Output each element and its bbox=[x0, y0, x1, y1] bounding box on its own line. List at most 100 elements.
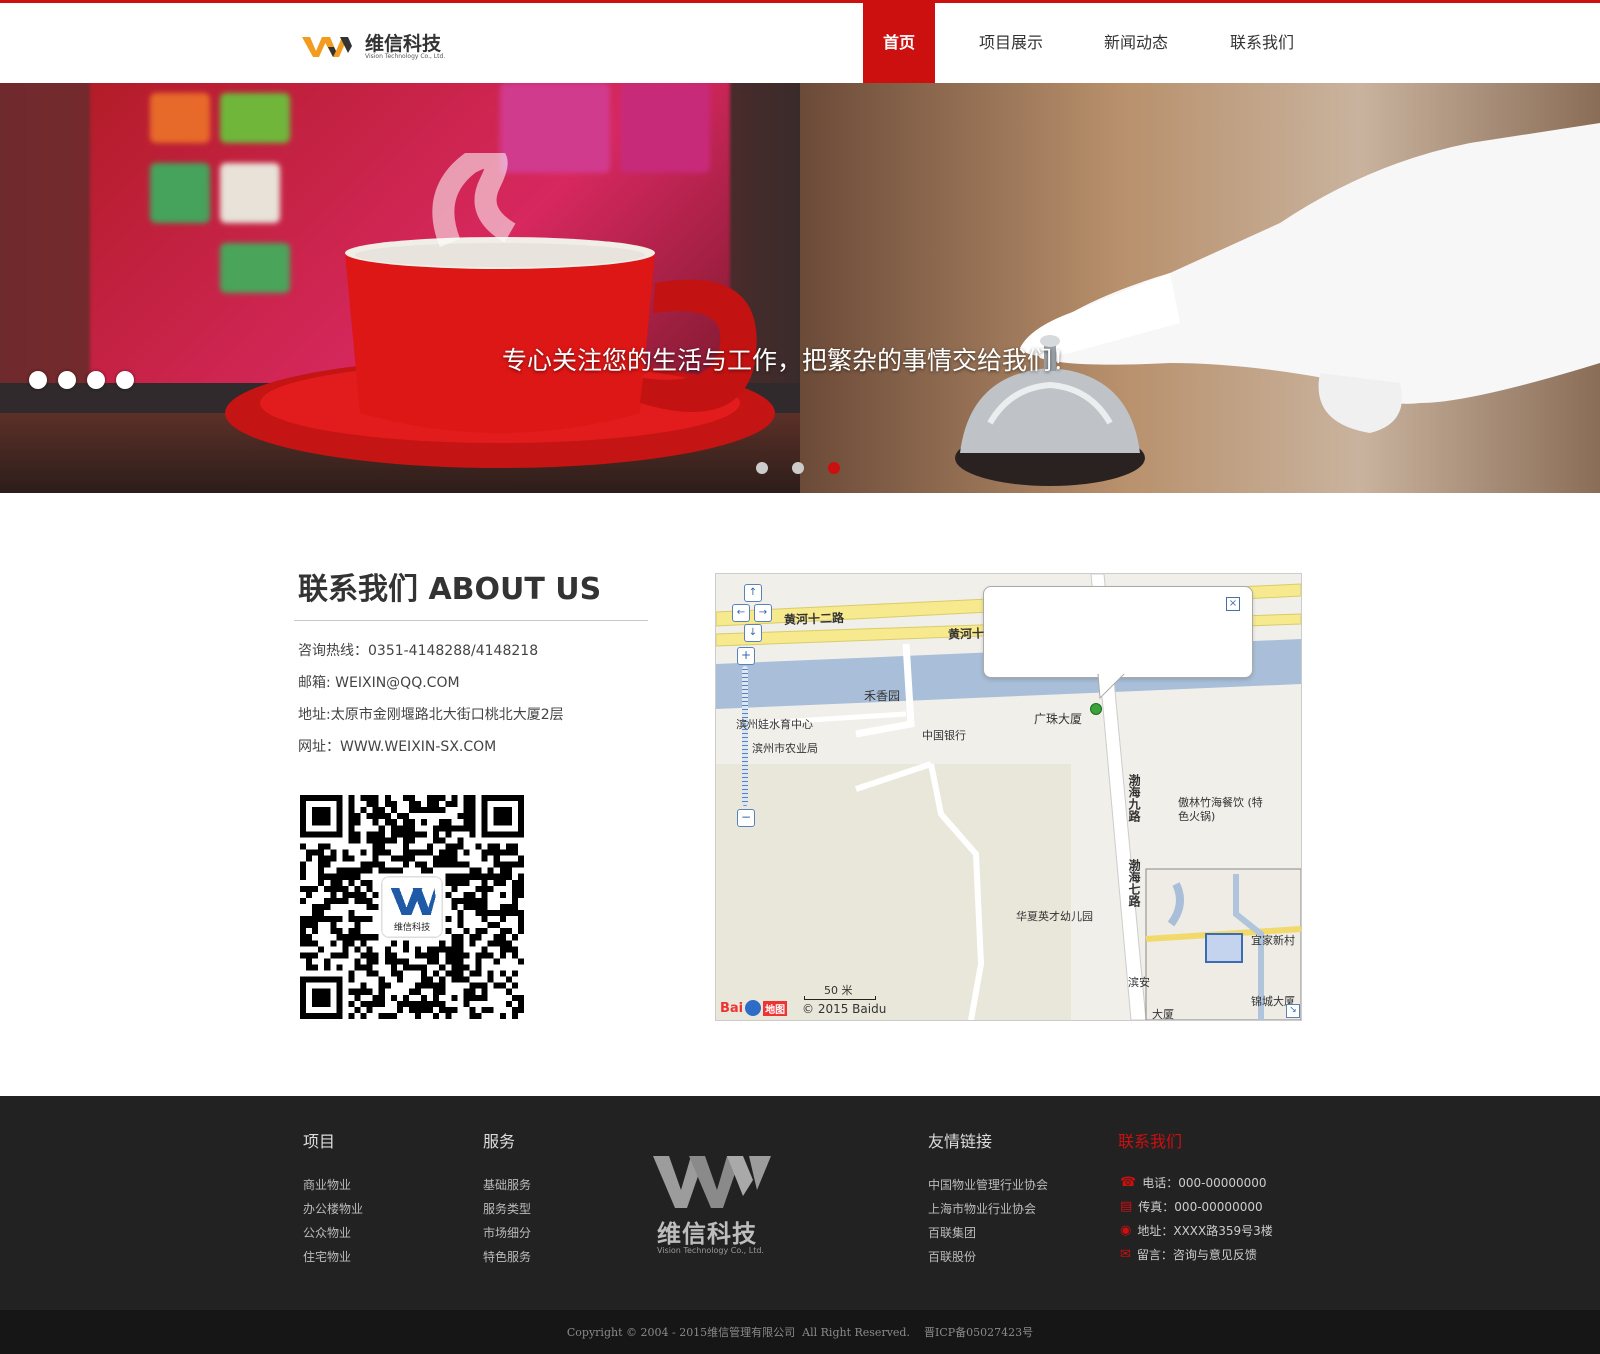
qr-module bbox=[463, 988, 470, 995]
footer-link[interactable]: 中国物业管理行业协会 bbox=[928, 1176, 1048, 1193]
footer-link[interactable]: 商业物业 bbox=[303, 1176, 351, 1193]
qr-module bbox=[469, 1006, 476, 1013]
qr-module bbox=[324, 861, 331, 868]
qr-module bbox=[433, 952, 440, 959]
footer-link[interactable]: 上海市物业行业协会 bbox=[928, 1200, 1036, 1217]
map-poi-label[interactable]: 华夏英才幼儿园 bbox=[1016, 908, 1093, 924]
footer-link[interactable]: 百联集团 bbox=[928, 1224, 976, 1241]
qr-module bbox=[463, 994, 470, 1001]
footer-phone-text: 电话：000-00000000 bbox=[1142, 1176, 1267, 1190]
map-poi-label[interactable]: 宜家新村 bbox=[1251, 932, 1295, 948]
slider-thumb-1[interactable] bbox=[29, 371, 47, 389]
pan-right-icon[interactable]: → bbox=[754, 604, 772, 622]
zoom-out-icon[interactable]: − bbox=[737, 809, 755, 827]
red-cup-image bbox=[225, 153, 775, 468]
pan-left-icon[interactable]: ← bbox=[732, 604, 750, 622]
slider-dot-3[interactable] bbox=[828, 462, 840, 474]
website-text[interactable]: 网址：WWW.WEIXIN-SX.COM bbox=[298, 736, 496, 756]
qr-module bbox=[300, 867, 307, 874]
qr-module bbox=[469, 891, 476, 898]
nav-news[interactable]: 新闻动态 bbox=[1087, 3, 1185, 83]
map-poi-label[interactable]: 禾香园 bbox=[864, 687, 900, 704]
qr-module bbox=[475, 928, 482, 935]
footer-logo[interactable]: 维信科技 Vision Technology Co., Ltd. bbox=[653, 1154, 771, 1255]
qr-module bbox=[505, 1000, 512, 1007]
slider-thumb-2[interactable] bbox=[58, 371, 76, 389]
qr-module bbox=[372, 813, 379, 820]
map-pan-control[interactable]: ↑ ← → ↓ bbox=[732, 584, 772, 642]
qr-module bbox=[499, 891, 506, 898]
qr-module bbox=[300, 861, 307, 868]
nav-projects[interactable]: 项目展示 bbox=[935, 3, 1087, 83]
copyright-text: Copyright © 2004 - 2015维信管理有限公司 All Righ… bbox=[566, 1326, 1034, 1339]
map-poi-label[interactable]: 大厦 bbox=[1152, 1006, 1174, 1020]
qr-module bbox=[427, 807, 434, 814]
qr-module bbox=[499, 903, 506, 911]
footer-message[interactable]: ✉ 留言：咨询与意见反馈 bbox=[1120, 1246, 1257, 1263]
info-window-close-icon[interactable]: × bbox=[1226, 597, 1240, 611]
map-poi-label[interactable]: 傲林竹海餐饮 (特色火锅) bbox=[1178, 796, 1268, 824]
qr-module bbox=[463, 952, 470, 959]
qr-module bbox=[378, 976, 385, 983]
pan-up-icon[interactable]: ↑ bbox=[744, 584, 762, 602]
map-road-label: 渤海九路 bbox=[1127, 774, 1141, 822]
qr-module bbox=[511, 994, 518, 1001]
qr-module bbox=[342, 934, 349, 941]
footer-link[interactable]: 服务类型 bbox=[483, 1200, 531, 1217]
footer-link[interactable]: 住宅物业 bbox=[303, 1248, 351, 1265]
zoom-slider[interactable] bbox=[742, 666, 748, 806]
pan-down-icon[interactable]: ↓ bbox=[744, 624, 762, 642]
qr-module bbox=[390, 855, 397, 862]
qr-module bbox=[457, 946, 464, 953]
qr-module bbox=[427, 795, 434, 802]
qr-module bbox=[366, 837, 373, 844]
qr-module bbox=[511, 891, 518, 898]
slider-thumb-4[interactable] bbox=[116, 371, 134, 389]
footer-link[interactable]: 市场细分 bbox=[483, 1224, 531, 1241]
slider-dot-2[interactable] bbox=[792, 462, 804, 474]
baidu-map[interactable]: ↑ ← → ↓ + − × 黄河十二路 黄河十 渤海九路 渤海七路 禾香园 广珠… bbox=[715, 573, 1302, 1021]
qr-module bbox=[457, 897, 464, 904]
slider-thumb-3[interactable] bbox=[87, 371, 105, 389]
qr-module bbox=[354, 946, 361, 953]
map-poi-label[interactable]: 中国银行 bbox=[922, 727, 966, 743]
map-marker-icon[interactable] bbox=[1090, 703, 1102, 715]
zoom-in-icon[interactable]: + bbox=[737, 647, 755, 665]
qr-module bbox=[445, 916, 452, 923]
qr-module bbox=[451, 849, 458, 856]
footer-link[interactable]: 办公楼物业 bbox=[303, 1200, 363, 1217]
footer-link[interactable]: 特色服务 bbox=[483, 1248, 531, 1265]
qr-module bbox=[390, 994, 397, 1001]
qr-module bbox=[421, 1000, 428, 1007]
qr-module bbox=[469, 825, 476, 832]
qr-module bbox=[390, 958, 397, 965]
map-poi-label[interactable]: 滨州娃水育中心 bbox=[736, 716, 813, 732]
qr-module bbox=[517, 891, 524, 898]
slider-dot-1[interactable] bbox=[756, 462, 768, 474]
footer-link[interactable]: 百联股份 bbox=[928, 1248, 976, 1265]
qr-module bbox=[493, 922, 500, 929]
footer-logo-sub: Vision Technology Co., Ltd. bbox=[657, 1246, 764, 1255]
qr-module bbox=[421, 994, 428, 1001]
qr-module bbox=[517, 1000, 524, 1007]
qr-module bbox=[408, 1006, 416, 1013]
qr-module bbox=[372, 849, 379, 856]
footer-link[interactable]: 基础服务 bbox=[483, 1176, 531, 1193]
map-poi-label[interactable]: 广珠大厦 bbox=[1034, 710, 1082, 727]
map-poi-label[interactable]: 滨州市农业局 bbox=[752, 740, 818, 756]
qr-module bbox=[354, 1006, 361, 1013]
qr-module bbox=[445, 819, 452, 826]
qr-module bbox=[300, 940, 307, 947]
qr-module bbox=[499, 934, 506, 941]
nav-home[interactable]: 首页 bbox=[863, 3, 935, 83]
overview-toggle-icon[interactable]: ↘ bbox=[1286, 1004, 1300, 1018]
footer-link[interactable]: 公众物业 bbox=[303, 1224, 351, 1241]
qr-module bbox=[475, 1012, 482, 1019]
map-poi-label[interactable]: 滨安 bbox=[1128, 974, 1150, 990]
baidu-map-logo[interactable]: Bai 地图 bbox=[720, 1000, 788, 1016]
qr-module bbox=[372, 855, 379, 862]
qr-module bbox=[354, 873, 361, 880]
qr-module bbox=[481, 982, 488, 989]
nav-contact[interactable]: 联系我们 bbox=[1185, 3, 1339, 83]
qr-module bbox=[469, 807, 476, 814]
